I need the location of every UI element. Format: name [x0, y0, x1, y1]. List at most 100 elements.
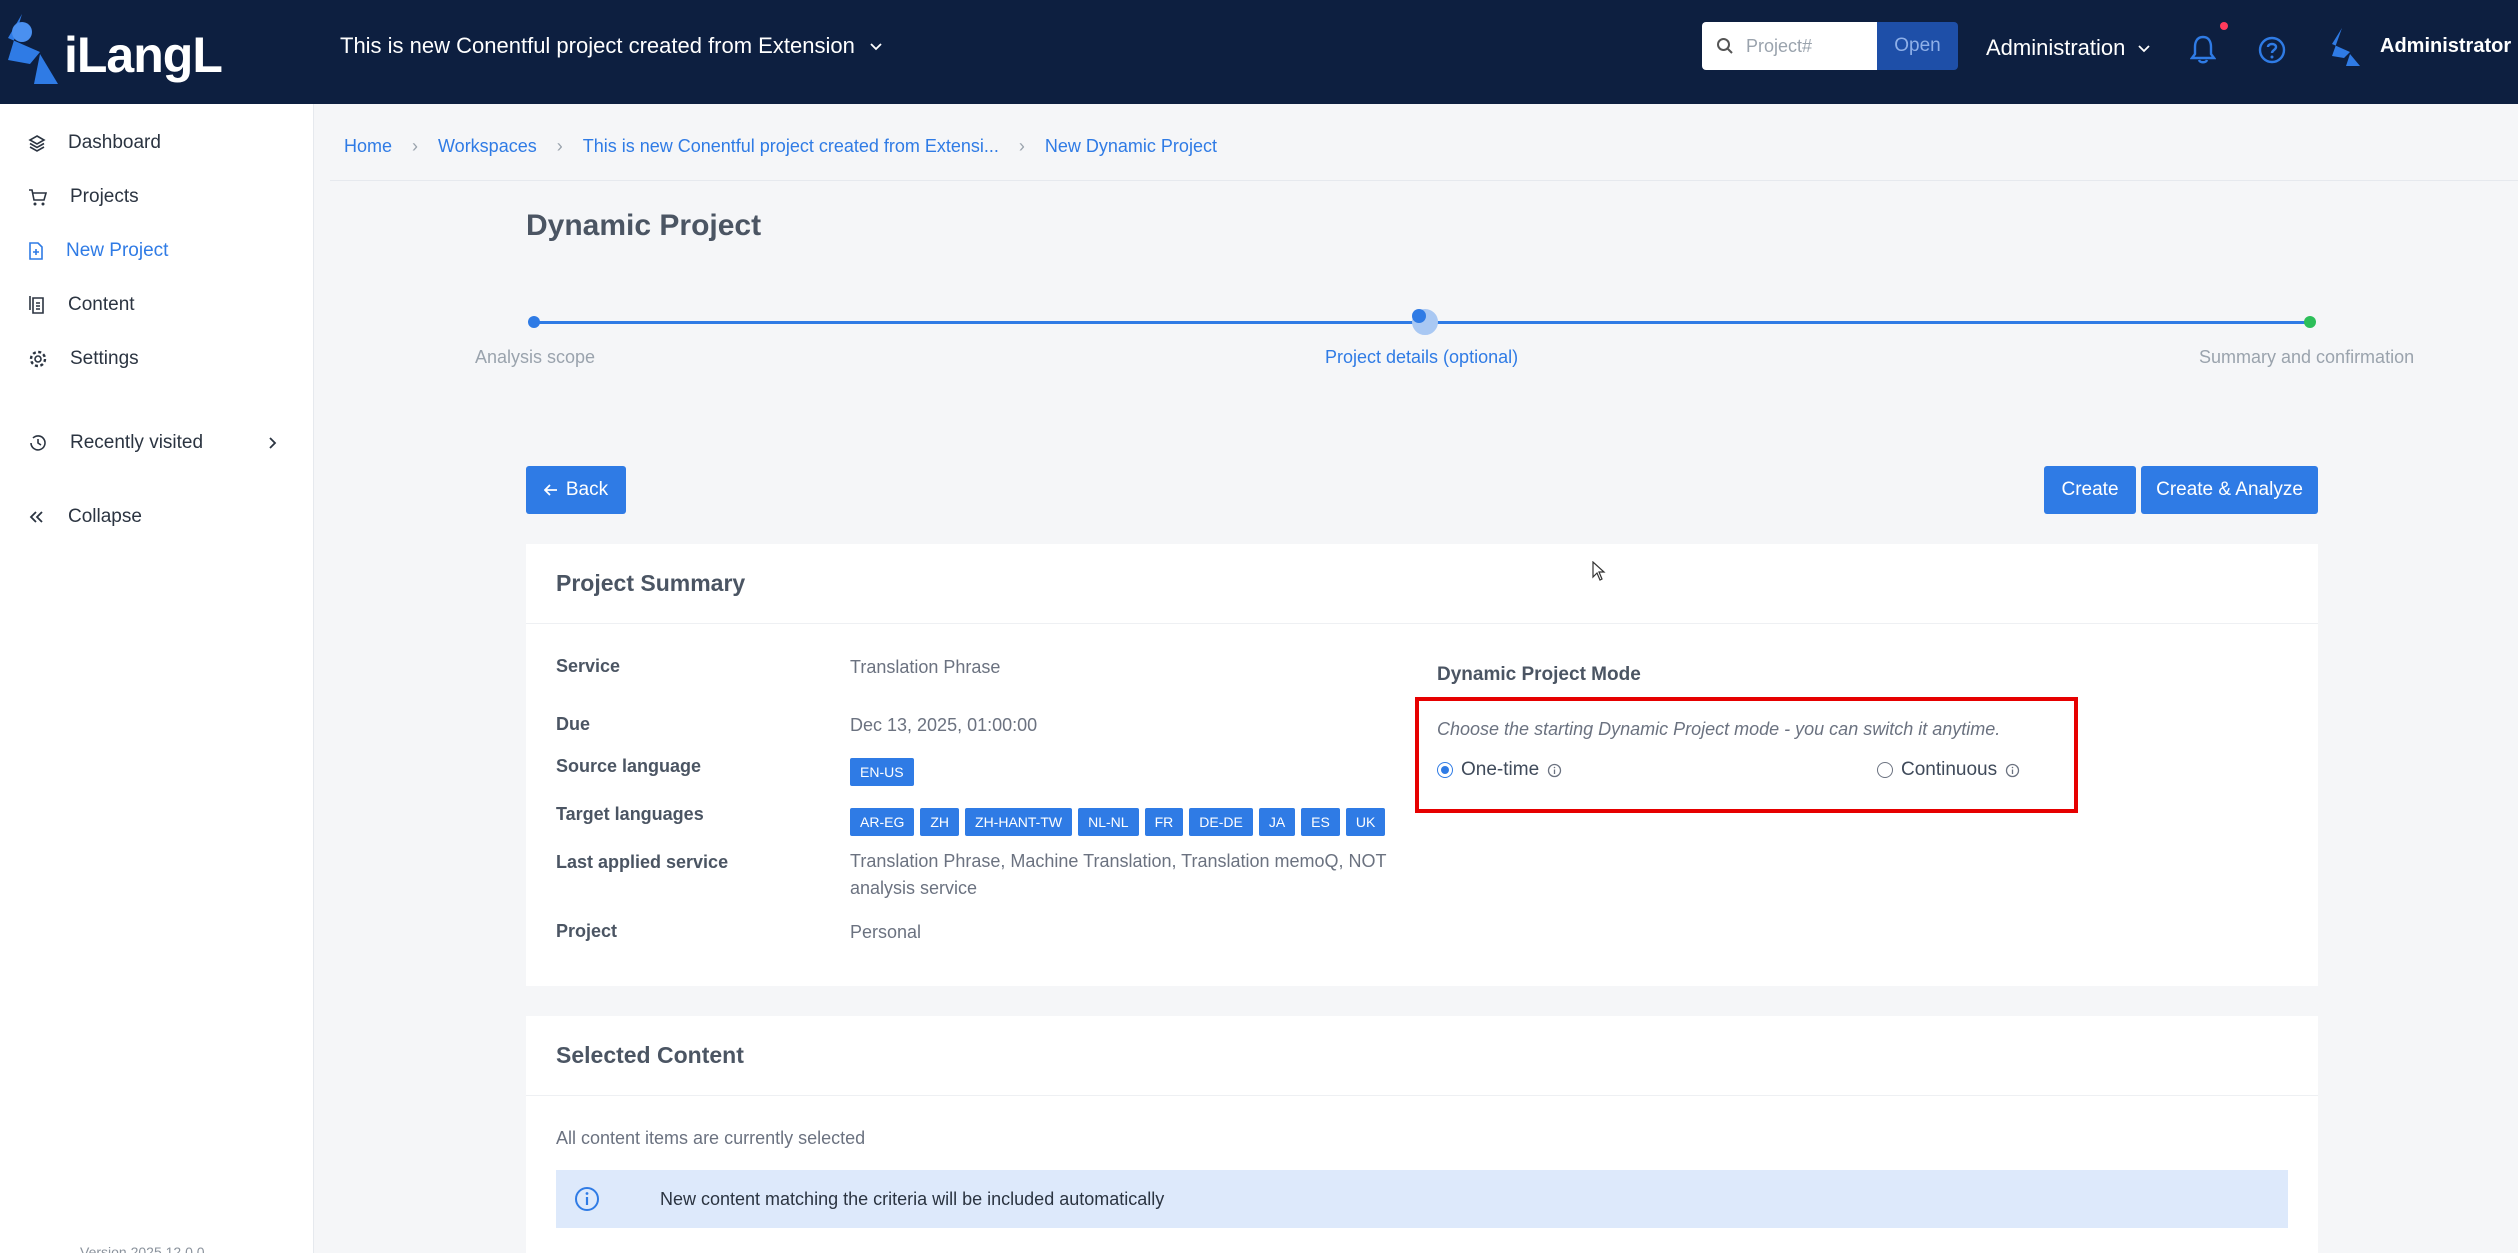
service-value: Translation Phrase	[850, 657, 1001, 677]
collapse-label: Collapse	[68, 506, 142, 527]
selected-content-title: Selected Content	[526, 1016, 2318, 1096]
source-language-tags: EN-US	[850, 758, 914, 786]
logo[interactable]: iLangL	[0, 8, 223, 90]
info-icon[interactable]	[2005, 763, 2020, 778]
sidebar-item-settings[interactable]: Settings	[28, 348, 139, 370]
back-button[interactable]: Back	[526, 466, 626, 514]
gear-icon	[29, 350, 47, 368]
chevron-right-icon: ›	[1018, 136, 1025, 156]
last-service-label: Last applied service	[556, 852, 729, 872]
sidebar-item-content[interactable]: Content	[28, 294, 135, 316]
cart-icon	[29, 189, 48, 206]
sidebar-item-label: Projects	[70, 186, 139, 207]
version-text: Version 2025.12.0.0	[80, 1244, 205, 1253]
radio-button[interactable]	[1877, 762, 1893, 778]
mouse-cursor-icon	[1592, 561, 1606, 581]
sidebar-item-recently-visited[interactable]: Recently visited	[28, 432, 278, 454]
help-icon[interactable]	[2258, 36, 2286, 64]
notification-badge	[2220, 22, 2228, 30]
breadcrumb: Home › Workspaces › This is new Conentfu…	[344, 136, 1217, 157]
source-language-label: Source language	[556, 756, 702, 776]
breadcrumb-current: New Dynamic Project	[1044, 136, 1217, 156]
page-title: Dynamic Project	[526, 209, 762, 242]
create-button[interactable]: Create	[2044, 466, 2136, 514]
info-banner-text: New content matching the criteria will b…	[660, 1188, 1165, 1209]
sidebar-item-label: Recently visited	[70, 432, 204, 453]
last-service-value: Translation Phrase, Machine Translation,…	[850, 851, 1387, 898]
mode-hint: Choose the starting Dynamic Project mode…	[1437, 719, 2001, 739]
administration-label: Administration	[1986, 35, 2126, 60]
language-tag: EN-US	[850, 758, 914, 786]
language-tag: AR-EG	[850, 808, 915, 836]
language-tag: UK	[1345, 808, 1386, 836]
radio-label: Continuous	[1901, 759, 1998, 780]
breadcrumb-workspaces[interactable]: Workspaces	[438, 136, 537, 157]
user-name: Administrator	[2380, 34, 2512, 57]
due-label: Due	[556, 714, 591, 734]
selected-content-card: Selected Content All content items are c…	[526, 1016, 2318, 1253]
back-label: Back	[565, 479, 609, 500]
sidebar-item-label: Dashboard	[68, 132, 161, 153]
mode-title: Dynamic Project Mode	[1437, 664, 1641, 685]
search-icon	[1717, 38, 1733, 54]
language-tag: NL-NL	[1078, 808, 1139, 836]
chevron-right-icon: ›	[556, 136, 563, 156]
user-menu[interactable]: Administrator	[2328, 26, 2511, 66]
target-languages-label: Target languages	[556, 804, 704, 824]
search-input[interactable]	[1746, 35, 1866, 57]
sidebar-item-new-project[interactable]: New Project	[28, 240, 168, 262]
chevron-down-icon	[2138, 45, 2151, 53]
radio-one-time[interactable]: One-time	[1437, 759, 1562, 781]
due-value: Dec 13, 2025, 01:00:00	[850, 715, 1038, 735]
step-dot-summary[interactable]	[2304, 316, 2316, 328]
info-banner: New content matching the criteria will b…	[556, 1170, 2288, 1228]
administration-menu[interactable]: Administration	[1986, 35, 2151, 61]
target-language-tags: AR-EG ZH ZH-HANT-TW NL-NL FR DE-DE JA ES…	[850, 808, 1386, 836]
breadcrumb-workspace[interactable]: This is new Conentful project created fr…	[583, 136, 999, 157]
create-analyze-button[interactable]: Create & Analyze	[2141, 466, 2318, 514]
breadcrumb-home[interactable]: Home	[344, 136, 392, 157]
new-file-icon	[29, 242, 43, 260]
step-dot-project-details[interactable]	[1412, 309, 1438, 335]
sidebar-item-projects[interactable]: Projects	[28, 186, 139, 208]
logo-mark-icon	[8, 14, 58, 84]
avatar	[2332, 28, 2360, 66]
info-icon	[575, 1187, 599, 1211]
radio-continuous[interactable]: Continuous	[1877, 759, 2020, 781]
chevron-right-icon: ›	[412, 136, 419, 156]
language-tag: JA	[1258, 808, 1296, 836]
bell-icon[interactable]	[2190, 34, 2216, 64]
top-bar: iLangL This is new Conentful project cre…	[0, 0, 2518, 104]
collapse-button[interactable]: Collapse	[28, 506, 142, 528]
sidebar-item-dashboard[interactable]: Dashboard	[28, 132, 161, 154]
arrow-left-icon	[543, 484, 557, 496]
step-label-summary[interactable]: Summary and confirmation	[2199, 347, 2414, 368]
history-icon	[30, 435, 46, 451]
project-summary-card: Project Summary Service Translation Phra…	[526, 544, 2318, 986]
language-tag: DE-DE	[1189, 808, 1253, 836]
search-box	[1702, 22, 1877, 70]
project-value: Personal	[850, 922, 922, 942]
logo-text: iLangL	[64, 27, 223, 83]
sidebar-item-label: Content	[68, 294, 135, 315]
documents-icon	[29, 296, 44, 314]
workspace-selector[interactable]: This is new Conentful project created fr…	[340, 33, 883, 59]
mode-selection-box: Choose the starting Dynamic Project mode…	[1415, 697, 2078, 813]
step-label-project-details[interactable]: Project details (optional)	[1325, 347, 1518, 368]
service-label: Service	[556, 656, 621, 676]
sidebar: Dashboard Projects New Project Content S…	[0, 104, 314, 1253]
step-label-analysis-scope[interactable]: Analysis scope	[475, 347, 595, 368]
project-search: Open	[1702, 22, 1958, 70]
layers-icon	[28, 135, 46, 152]
chevron-right-icon	[269, 437, 277, 449]
open-button[interactable]: Open	[1877, 22, 1958, 70]
language-tag: ES	[1301, 808, 1340, 836]
radio-button[interactable]	[1437, 762, 1453, 778]
info-icon[interactable]	[1547, 763, 1562, 778]
language-tag: ZH-HANT-TW	[965, 808, 1073, 836]
project-label: Project	[556, 921, 618, 941]
step-dot-analysis-scope[interactable]	[528, 316, 540, 328]
radio-label: One-time	[1461, 759, 1540, 780]
workspace-title: This is new Conentful project created fr…	[340, 33, 855, 58]
selected-content-note: All content items are currently selected	[556, 1128, 866, 1148]
